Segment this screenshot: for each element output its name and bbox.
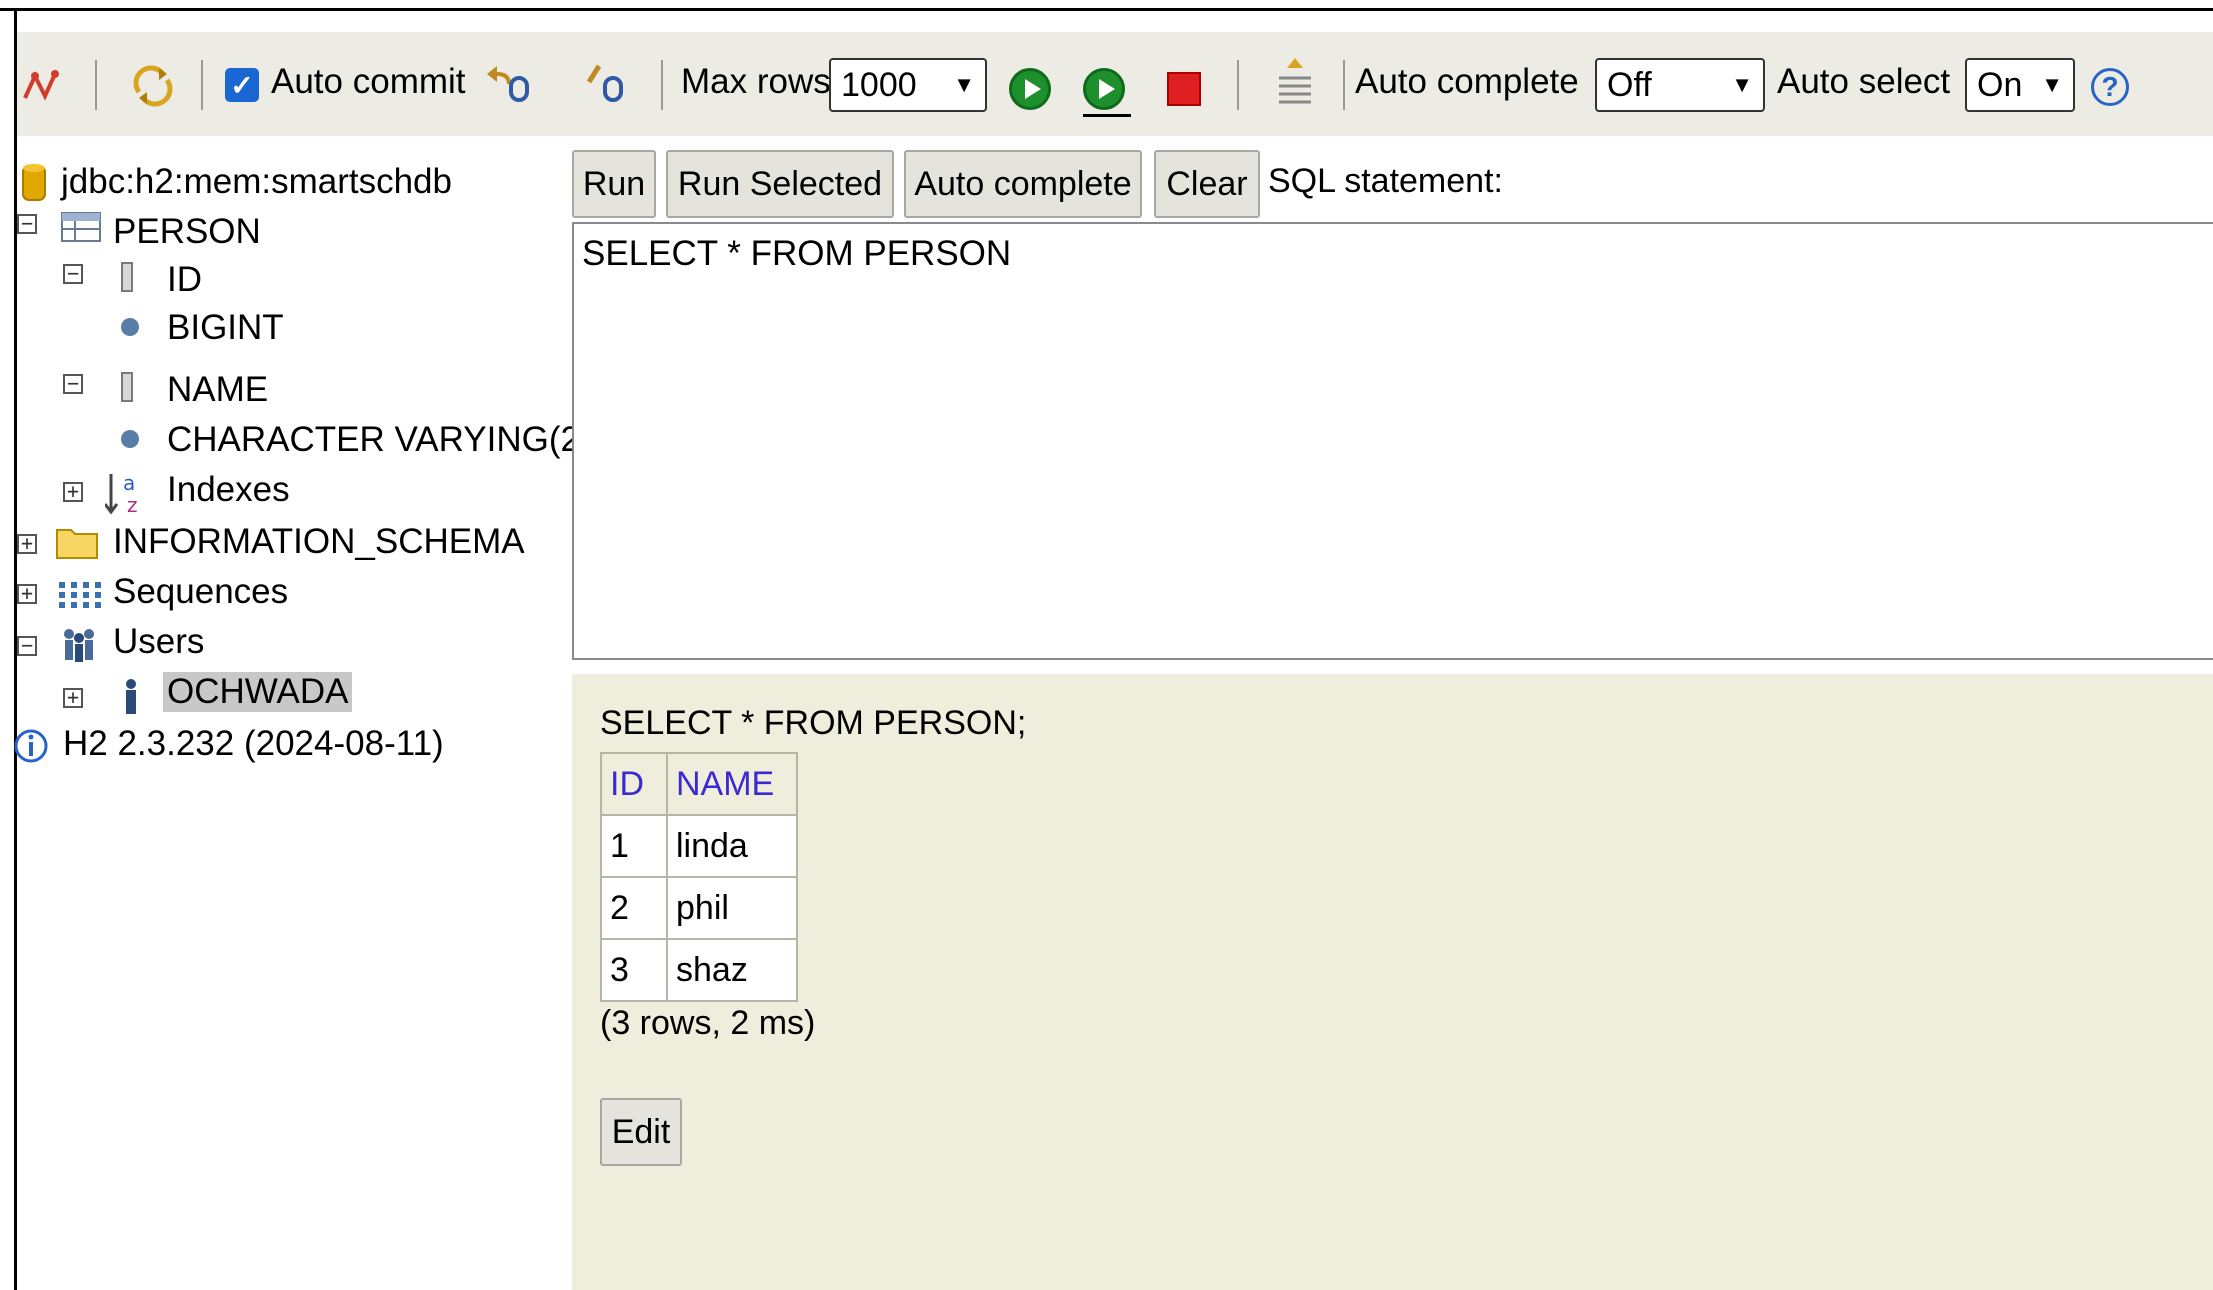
type-bullet-icon: [121, 318, 139, 336]
result-query: SELECT * FROM PERSON;: [600, 704, 1027, 742]
auto-commit-checkbox[interactable]: ✓: [225, 68, 259, 102]
auto-complete-value: Off: [1607, 65, 1652, 104]
table-cell: linda: [666, 814, 798, 878]
table-cell: phil: [666, 876, 798, 940]
expand-icon[interactable]: +: [17, 583, 37, 604]
auto-select-value: On: [1977, 65, 2023, 104]
toolbar-separator: [95, 60, 97, 110]
result-info: (3 rows, 2 ms): [600, 1004, 816, 1042]
svg-text:z: z: [127, 493, 138, 516]
tree-information-schema[interactable]: INFORMATION_SCHEMA: [113, 522, 525, 562]
tree-column-name[interactable]: NAME: [167, 370, 268, 410]
clear-button[interactable]: Clear: [1154, 150, 1260, 218]
svg-text:a: a: [123, 471, 135, 495]
folder-icon: [55, 524, 99, 560]
run-icon[interactable]: [1009, 68, 1051, 110]
result-panel: SELECT * FROM PERSON; ID NAME 1 linda 2 …: [572, 674, 2213, 1290]
auto-select-select[interactable]: On ▼: [1965, 58, 2075, 112]
run-button[interactable]: Run: [572, 150, 656, 218]
tree-users[interactable]: Users: [113, 622, 204, 662]
sort-az-icon: az: [105, 470, 151, 516]
table-header-row: ID NAME: [600, 752, 798, 816]
table-cell: 3: [600, 938, 668, 1002]
run-selected-icon[interactable]: [1083, 68, 1125, 110]
collapse-icon[interactable]: −: [63, 373, 83, 394]
auto-complete-label: Auto complete: [1355, 62, 1579, 101]
toolbar-separator: [201, 60, 203, 110]
auto-complete-button[interactable]: Auto complete: [904, 150, 1142, 218]
tree-user-ochwada[interactable]: OCHWADA: [163, 672, 353, 712]
chevron-down-icon: ▼: [1731, 72, 1753, 97]
chevron-down-icon: ▼: [2041, 72, 2063, 97]
run-selected-button[interactable]: Run Selected: [666, 150, 894, 218]
column-icon: [121, 372, 133, 402]
type-bullet-icon: [121, 430, 139, 448]
database-icon: [21, 162, 47, 204]
table-cell: 1: [600, 814, 668, 878]
expand-icon[interactable]: +: [63, 687, 83, 708]
table-cell: shaz: [666, 938, 798, 1002]
auto-commit-label: Auto commit: [271, 62, 466, 101]
info-icon: [13, 728, 49, 764]
expand-icon[interactable]: +: [63, 481, 83, 502]
tree-indexes[interactable]: Indexes: [167, 470, 290, 510]
expand-icon[interactable]: +: [17, 533, 37, 554]
column-header-name[interactable]: NAME: [666, 752, 798, 816]
commit-icon[interactable]: [583, 60, 629, 106]
max-rows-value: 1000: [841, 65, 917, 104]
collapse-icon[interactable]: −: [17, 635, 37, 656]
table-cell: 2: [600, 876, 668, 940]
max-rows-select[interactable]: 1000 ▼: [829, 58, 987, 112]
checkmark-icon: ✓: [225, 68, 259, 102]
table-row: 2 phil: [600, 876, 798, 940]
table-row: 1 linda: [600, 814, 798, 878]
sql-editor[interactable]: SELECT * FROM PERSON: [572, 222, 2213, 660]
toolbar: ✓ Auto commit Max rows: 1000 ▼ Auto comp…: [17, 32, 2213, 136]
tree-column-id[interactable]: ID: [167, 260, 202, 300]
toolbar-separator: [1343, 60, 1345, 110]
rollback-icon[interactable]: [483, 60, 533, 106]
history-icon[interactable]: [1273, 54, 1317, 114]
column-header-id[interactable]: ID: [600, 752, 668, 816]
users-icon: [59, 624, 99, 664]
window-top-border: [0, 8, 2213, 11]
table-row: 3 shaz: [600, 938, 798, 1002]
max-rows-label: Max rows:: [681, 62, 841, 101]
collapse-icon[interactable]: −: [17, 213, 37, 234]
disconnect-icon[interactable]: [21, 66, 65, 106]
sequences-icon: [57, 580, 101, 610]
edit-button[interactable]: Edit: [600, 1098, 682, 1166]
help-icon[interactable]: ?: [2091, 68, 2129, 106]
chevron-down-icon: ▼: [953, 72, 975, 97]
collapse-icon[interactable]: −: [63, 263, 83, 284]
tree-sequences[interactable]: Sequences: [113, 572, 288, 612]
tree-column-type: BIGINT: [167, 308, 284, 347]
sql-statement-label: SQL statement:: [1268, 162, 1503, 200]
user-icon: [121, 676, 141, 716]
refresh-icon[interactable]: [129, 62, 177, 110]
auto-select-label: Auto select: [1777, 62, 1951, 101]
auto-complete-select[interactable]: Off ▼: [1595, 58, 1765, 112]
run-selected-underline: [1083, 114, 1131, 117]
tree-column-type: CHARACTER VARYING(2: [167, 420, 572, 459]
table-icon: [61, 212, 101, 242]
sql-text: SELECT * FROM PERSON: [582, 234, 1012, 273]
version-label: H2 2.3.232 (2024-08-11): [63, 724, 444, 763]
toolbar-separator: [661, 60, 663, 110]
column-icon: [121, 262, 133, 292]
toolbar-separator: [1237, 60, 1239, 110]
tree-table-person[interactable]: PERSON: [113, 212, 261, 252]
connection-url[interactable]: jdbc:h2:mem:smartschdb: [61, 162, 452, 202]
result-table: ID NAME 1 linda 2 phil 3 shaz: [600, 752, 798, 1002]
stop-icon[interactable]: [1167, 72, 1201, 106]
